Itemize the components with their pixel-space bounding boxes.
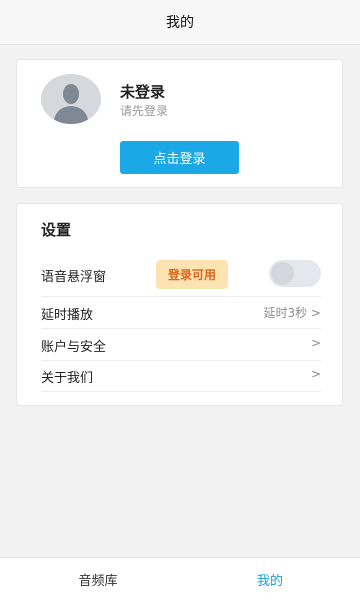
top-header: 我的 <box>0 0 360 45</box>
user-silhouette-icon <box>41 74 101 124</box>
login-status-subtitle: 请先登录 <box>120 104 169 118</box>
bottom-tab-bar: 音频库 我的 <box>0 557 360 601</box>
row-divider-1 <box>41 266 321 297</box>
tab-audio-library[interactable]: 音频库 <box>8 558 188 601</box>
login-status-title: 未登录 <box>120 83 166 101</box>
settings-card: 设置 语音悬浮窗 登录可用 延时播放 延时3秒 > 账户与安全 > 关于我们 > <box>16 203 343 406</box>
chevron-right-icon: > <box>310 336 321 350</box>
settings-row-delay-play[interactable]: 延时播放 延时3秒 > <box>41 298 321 329</box>
settings-row-account-security[interactable]: 账户与安全 > <box>41 330 321 361</box>
page-title: 我的 <box>166 15 194 31</box>
delay-play-value: 延时3秒 > <box>263 306 321 320</box>
account-security-label: 账户与安全 <box>41 340 107 355</box>
delay-play-label: 延时播放 <box>41 308 94 323</box>
chevron-right-icon: > <box>310 367 321 381</box>
tab-mine[interactable]: 我的 <box>180 558 360 601</box>
settings-row-about-us[interactable]: 关于我们 > <box>41 361 321 392</box>
profile-card: 未登录 请先登录 点击登录 <box>16 59 343 188</box>
login-button[interactable]: 点击登录 <box>120 141 239 174</box>
settings-title: 设置 <box>41 221 72 239</box>
avatar[interactable] <box>41 74 101 124</box>
about-us-label: 关于我们 <box>41 371 94 386</box>
